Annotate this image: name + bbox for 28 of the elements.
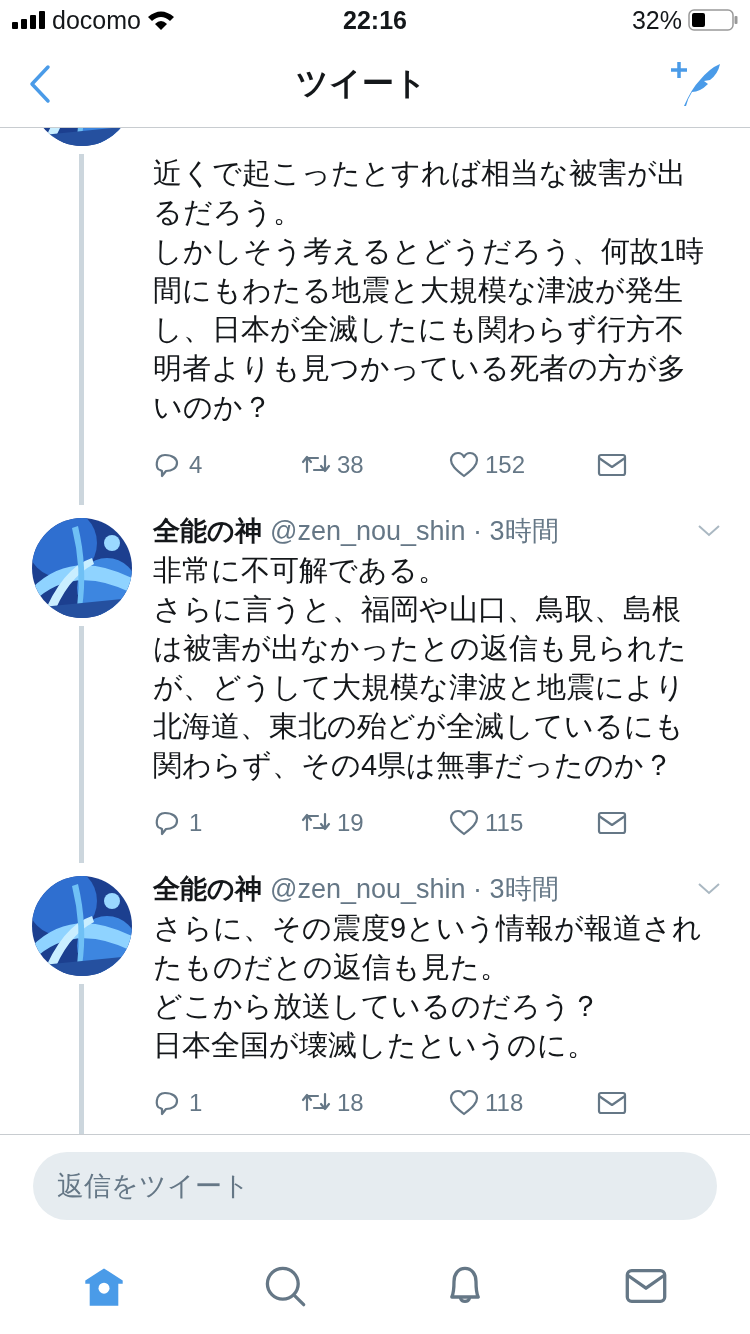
battery-icon [688, 9, 738, 31]
heart-icon[interactable] [449, 1088, 479, 1118]
heart-icon[interactable] [449, 808, 479, 838]
carrier-name: docomo [52, 5, 141, 35]
retweet-count: 18 [337, 1089, 364, 1117]
reply-count: 1 [189, 1089, 203, 1117]
reply-count: 1 [189, 809, 203, 837]
like-count: 115 [485, 809, 524, 837]
heart-icon[interactable] [449, 450, 479, 480]
author-name[interactable]: 全能の神 [153, 871, 262, 907]
tweet-meta: @zen_nou_shin · 3時間 [270, 873, 560, 906]
tweet-text: さらに、その震度9という情報が報道され たものだとの返信も見た。 どこから放送しているのだろう？ 日本全国が壊滅したというのに。 [153, 911, 704, 1063]
signal-icon [12, 11, 46, 29]
like-count: 118 [485, 1089, 524, 1117]
reply-count: 4 [189, 451, 203, 479]
wifi-icon [146, 10, 175, 30]
retweet-count: 38 [337, 451, 364, 479]
retweet-count: 19 [337, 809, 364, 837]
tweet-text: 近くで起こったとすれば相当な被害が出 るだろう。 しかしそう考えるとどうだろう、何故1時 間にもわたる地震と大規模な津波が発生 し、日本が全滅したにも関わらず行方不 明者よりも見つかっている死者の方が多 いのか？ [153, 156, 706, 425]
tweet-meta: @zen_nou_shin · 3時間 [270, 515, 560, 548]
reply-field[interactable]: 返信をツイート [33, 1152, 717, 1220]
tweet-text: 非常に不可解である。 さらに言うと、福岡や山口、鳥取、島根 は被害が出なかったとの返信も見られた が、どうして大規模な津波と地震により 北海道、東北の殆どが全滅しているにも 関わらず、その4県は無事だったのか？ [153, 553, 688, 783]
clock-time: 22:16 [343, 5, 407, 34]
back-icon[interactable] [28, 63, 52, 104]
battery-percent: 32% [631, 5, 682, 35]
author-name[interactable]: 全能の神 [153, 513, 262, 549]
like-count: 152 [485, 451, 526, 479]
page-title: ツイート [295, 63, 427, 103]
